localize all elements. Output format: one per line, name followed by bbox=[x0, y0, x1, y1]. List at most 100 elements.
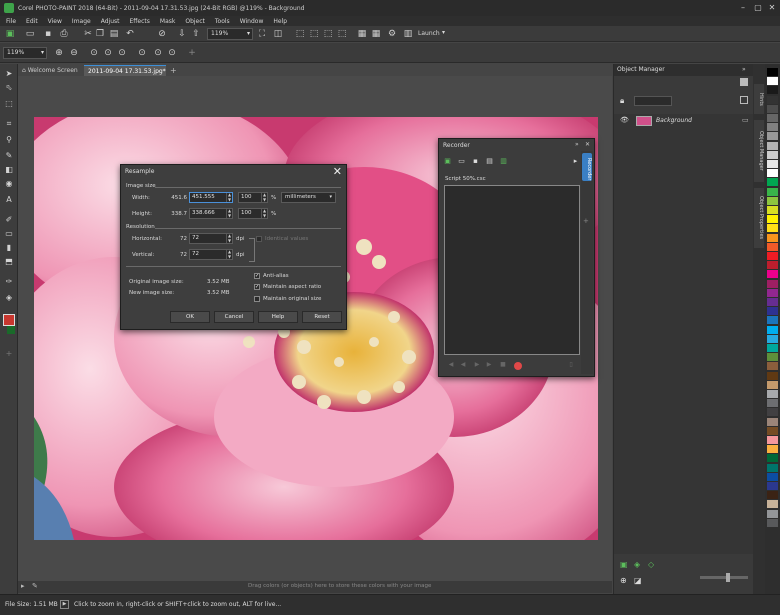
palette-swatch[interactable] bbox=[767, 196, 778, 205]
zoom-100-icon[interactable]: ⊙ bbox=[88, 47, 100, 59]
show-object-icon[interactable]: ▦ bbox=[356, 28, 368, 40]
spin-arrows-icon[interactable]: ▲ ▼ bbox=[226, 192, 232, 202]
palette-swatch[interactable] bbox=[767, 417, 778, 426]
zoom-width-icon[interactable]: ⊙ bbox=[116, 47, 128, 59]
eyedropper-icon[interactable]: ✎ bbox=[32, 582, 38, 590]
new-tab-button[interactable]: + bbox=[166, 65, 178, 76]
antialias-checkbox[interactable]: ✓ bbox=[254, 273, 260, 279]
palette-swatch[interactable] bbox=[767, 362, 778, 371]
palette-swatch[interactable] bbox=[767, 472, 778, 481]
palette-swatch[interactable] bbox=[767, 104, 778, 113]
zoom-all-icon[interactable]: ⊙ bbox=[152, 47, 164, 59]
units-select[interactable]: millimeters ▾ bbox=[281, 192, 336, 203]
text-tool-icon[interactable]: A bbox=[3, 194, 15, 206]
close-icon[interactable]: ✕ bbox=[333, 165, 342, 178]
palette-swatch[interactable] bbox=[767, 353, 778, 362]
reset-button[interactable]: Reset bbox=[302, 311, 342, 323]
cancel-button[interactable]: Cancel bbox=[214, 311, 254, 323]
mask-icon[interactable]: ⬚ bbox=[322, 28, 334, 40]
spin-arrows-icon[interactable]: ▲ ▼ bbox=[261, 208, 267, 218]
launch-label[interactable]: Launch bbox=[418, 30, 440, 37]
new-lens-icon[interactable]: ◇ bbox=[648, 560, 654, 569]
palette-swatch[interactable] bbox=[767, 399, 778, 408]
collapse-icon[interactable]: » bbox=[742, 66, 746, 73]
zoom-height-icon[interactable]: ⊙ bbox=[136, 47, 148, 59]
property-zoom-select[interactable]: 119% ▾ bbox=[3, 47, 47, 59]
layer-row-background[interactable]: 👁︎ Background ▭ bbox=[614, 114, 754, 128]
script-options-icon[interactable]: ▤ bbox=[485, 157, 494, 166]
undo-icon[interactable]: ↶ bbox=[124, 28, 136, 40]
step-back-icon[interactable]: ◀ bbox=[459, 361, 467, 369]
clip-mask-icon[interactable]: ◪ bbox=[634, 576, 642, 585]
new-layer-icon[interactable]: ◈ bbox=[634, 560, 640, 569]
zoom-level-select[interactable]: 119% ▾ bbox=[207, 28, 253, 40]
target-icon[interactable]: ⊕ bbox=[620, 576, 627, 585]
thumbnail-size-slider[interactable] bbox=[700, 573, 748, 582]
play-icon[interactable]: ▶ bbox=[473, 361, 481, 369]
menu-view[interactable]: View bbox=[48, 18, 62, 25]
palette-swatch[interactable] bbox=[767, 178, 778, 187]
new-object-icon[interactable]: ▣ bbox=[620, 560, 628, 569]
palette-swatch[interactable] bbox=[767, 169, 778, 178]
palette-swatch[interactable] bbox=[767, 445, 778, 454]
clone-tool-icon[interactable]: ⬒ bbox=[3, 256, 15, 268]
paint-tool-icon[interactable]: ✐ bbox=[3, 214, 15, 226]
script-layout-icon[interactable]: ▥ bbox=[499, 157, 508, 166]
horizontal-resolution-input[interactable]: 72 ▲ ▼ bbox=[189, 233, 233, 244]
palette-swatch[interactable] bbox=[767, 215, 778, 224]
spin-arrows-icon[interactable]: ▲ ▼ bbox=[226, 233, 232, 243]
palette-swatch[interactable] bbox=[767, 307, 778, 316]
palette-swatch[interactable] bbox=[767, 334, 778, 343]
palette-swatch[interactable] bbox=[767, 426, 778, 435]
mask-overlay-icon[interactable]: ⬚ bbox=[308, 28, 320, 40]
menu-file[interactable]: File bbox=[6, 18, 16, 25]
palette-swatch[interactable] bbox=[767, 316, 778, 325]
palette-swatch[interactable] bbox=[767, 86, 778, 95]
zoom-fit-icon[interactable]: ⊙ bbox=[102, 47, 114, 59]
palette-swatch[interactable] bbox=[767, 114, 778, 122]
palette-swatch[interactable] bbox=[767, 408, 778, 417]
menu-help[interactable]: Help bbox=[273, 18, 287, 25]
palette-swatch[interactable] bbox=[767, 380, 778, 389]
palette-swatch[interactable] bbox=[767, 224, 778, 233]
red-eye-icon[interactable]: ◉ bbox=[3, 178, 15, 190]
effect-tool-icon[interactable]: ▮ bbox=[3, 242, 15, 254]
slider-knob[interactable] bbox=[726, 573, 730, 582]
zoom-mask-icon[interactable]: ⊙ bbox=[166, 47, 178, 59]
palette-swatch[interactable] bbox=[767, 509, 778, 518]
layer-options-icon[interactable]: ▭ bbox=[742, 116, 749, 124]
palette-swatch[interactable] bbox=[767, 371, 778, 380]
new-script-icon[interactable]: ▣ bbox=[443, 157, 452, 166]
palette-swatch[interactable] bbox=[767, 325, 778, 334]
palette-swatch[interactable] bbox=[767, 279, 778, 288]
paste-icon[interactable]: ▤ bbox=[108, 28, 120, 40]
palette-swatch[interactable] bbox=[767, 150, 778, 159]
record-icon[interactable] bbox=[514, 362, 522, 370]
launch-icon[interactable]: ▥ bbox=[402, 28, 414, 40]
palette-swatch[interactable] bbox=[767, 77, 778, 86]
vertical-resolution-input[interactable]: 72 ▲ ▼ bbox=[189, 249, 233, 260]
save-script-icon[interactable]: ▪ bbox=[471, 157, 480, 166]
palette-swatch[interactable] bbox=[767, 141, 778, 150]
cut-icon[interactable]: ✂ bbox=[82, 28, 94, 40]
height-input[interactable]: 338.666 ▲ ▼ bbox=[189, 208, 233, 219]
copy-icon[interactable]: ❐ bbox=[94, 28, 106, 40]
palette-swatch[interactable] bbox=[767, 518, 778, 527]
fill-tool-icon[interactable]: ◈ bbox=[3, 292, 15, 304]
crop-mask-icon[interactable]: ⬚ bbox=[336, 28, 348, 40]
palette-swatch[interactable] bbox=[767, 500, 778, 509]
eyedropper-icon[interactable]: ✎ bbox=[3, 150, 15, 162]
rectangle-mask-icon[interactable]: ⬚ bbox=[3, 98, 15, 110]
palette-swatch[interactable] bbox=[767, 261, 778, 270]
height-percent-input[interactable]: 100 ▲ ▼ bbox=[238, 208, 268, 219]
menu-effects[interactable]: Effects bbox=[129, 18, 149, 25]
new-document-icon[interactable]: ▣ bbox=[4, 28, 16, 40]
lock-icon[interactable]: 🔒︎ bbox=[620, 96, 624, 106]
spin-arrows-icon[interactable]: ▲ ▼ bbox=[226, 208, 232, 218]
rectangle-tool-icon[interactable]: ▭ bbox=[3, 228, 15, 240]
full-screen-icon[interactable]: ⛶ bbox=[256, 28, 268, 40]
palette-swatch[interactable] bbox=[767, 68, 778, 76]
recorder-menu-icon[interactable]: ▸ bbox=[571, 157, 580, 166]
palette-swatch[interactable] bbox=[767, 95, 778, 104]
collapse-icon[interactable]: » bbox=[575, 141, 579, 148]
